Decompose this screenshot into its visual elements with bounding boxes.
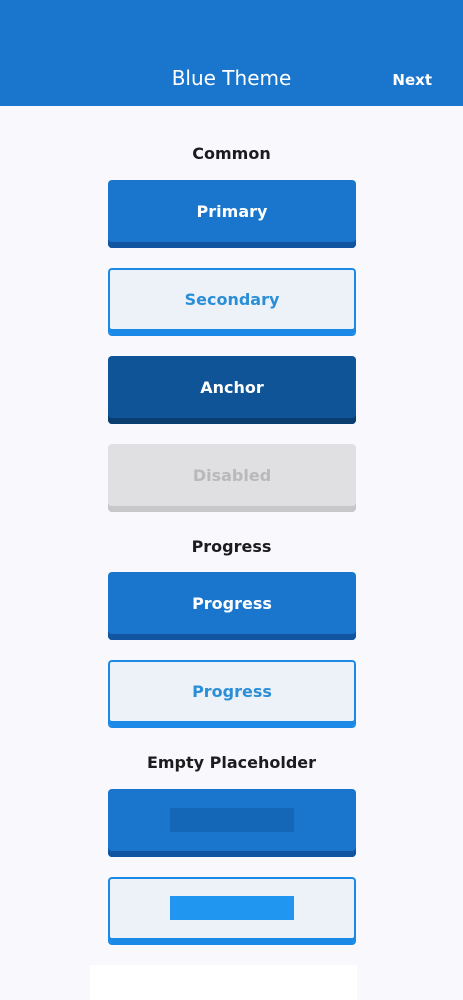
progress-secondary-label: Progress <box>192 681 272 701</box>
section-title-progress: Progress <box>191 537 272 556</box>
disabled-button-label: Disabled <box>192 465 272 485</box>
section-title-empty-placeholder: Empty Placeholder <box>146 753 317 772</box>
placeholder-secondary-button[interactable] <box>108 877 356 945</box>
placeholder-bar <box>170 896 294 920</box>
secondary-button[interactable]: Secondary <box>108 268 356 336</box>
progress-primary-label: Progress <box>192 593 272 613</box>
secondary-button-label: Secondary <box>184 289 280 309</box>
primary-button-label: Primary <box>196 201 268 221</box>
section-title-common: Common <box>192 144 271 163</box>
next-button[interactable]: Next <box>392 71 432 89</box>
primary-button[interactable]: Primary <box>108 180 356 248</box>
disabled-button: Disabled <box>108 444 356 512</box>
nav-header: Blue Theme Next <box>0 0 463 106</box>
bottom-panel <box>90 965 357 1000</box>
placeholder-bar <box>170 808 294 832</box>
placeholder-primary-button[interactable] <box>108 789 356 857</box>
anchor-button-label: Anchor <box>200 377 264 397</box>
progress-primary-button[interactable]: Progress <box>108 572 356 640</box>
progress-secondary-button[interactable]: Progress <box>108 660 356 728</box>
anchor-button[interactable]: Anchor <box>108 356 356 424</box>
